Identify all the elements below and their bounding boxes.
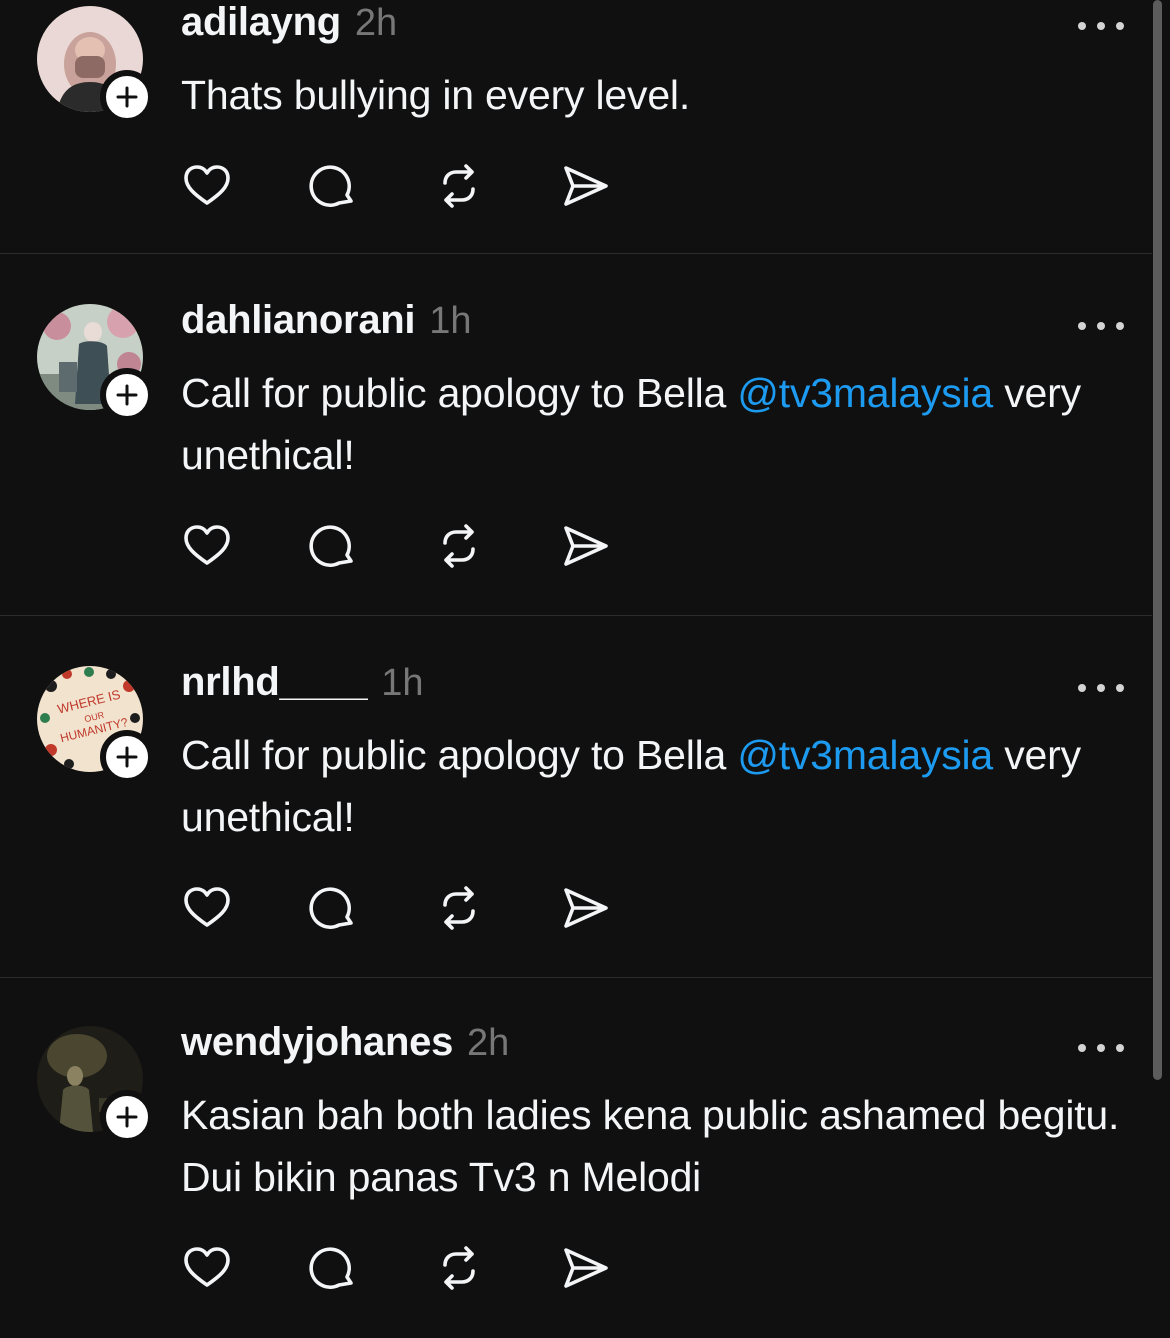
post-text: Call for public apology to Bella @tv3mal… — [181, 362, 1121, 486]
post-text: Call for public apology to Bella @tv3mal… — [181, 724, 1121, 848]
post-text-body: Kasian bah both ladies kena public asham… — [181, 1092, 1120, 1200]
like-button[interactable] — [180, 159, 234, 213]
reply-post: wendyjohanes 2h Kasian bah both ladies k… — [0, 978, 1152, 1338]
more-dots-icon — [1078, 1044, 1086, 1052]
post-actions — [180, 518, 684, 574]
send-icon — [564, 166, 608, 206]
more-options-button[interactable] — [1078, 1038, 1124, 1058]
like-button[interactable] — [180, 881, 234, 935]
post-timestamp: 2h — [467, 1022, 510, 1064]
heart-icon — [184, 887, 230, 927]
follow-button[interactable] — [100, 1090, 154, 1144]
repost-icon — [443, 164, 475, 208]
send-icon — [564, 1248, 608, 1288]
more-dots-icon — [1097, 22, 1105, 30]
more-dots-icon — [1078, 322, 1086, 330]
repost-button[interactable] — [432, 1241, 486, 1295]
more-dots-icon — [1116, 22, 1124, 30]
more-dots-icon — [1116, 1044, 1124, 1052]
post-actions — [180, 1240, 684, 1296]
plus-icon — [116, 746, 138, 768]
post-actions — [180, 158, 684, 214]
follow-button[interactable] — [100, 368, 154, 422]
post-text-body: Call for public apology to Bella — [181, 370, 738, 416]
post-text-body: Thats bullying in every level. — [181, 72, 691, 118]
more-options-button[interactable] — [1078, 16, 1124, 36]
more-dots-icon — [1116, 322, 1124, 330]
comment-icon — [309, 165, 353, 207]
post-header: wendyjohanes 2h — [181, 1020, 509, 1072]
more-dots-icon — [1116, 684, 1124, 692]
plus-icon — [116, 384, 138, 406]
mention-link[interactable]: @tv3malaysia — [737, 732, 993, 778]
plus-icon — [116, 1106, 138, 1128]
heart-icon — [184, 525, 230, 565]
reply-button[interactable] — [306, 519, 360, 573]
more-dots-icon — [1078, 22, 1086, 30]
follow-button[interactable] — [100, 70, 154, 124]
post-text-body: Call for public apology to Bella — [181, 732, 738, 778]
reply-post: dahlianorani 1h Call for public apology … — [0, 254, 1152, 616]
more-dots-icon — [1097, 1044, 1105, 1052]
follow-button[interactable] — [100, 730, 154, 784]
more-dots-icon — [1097, 322, 1105, 330]
post-timestamp: 1h — [429, 300, 472, 342]
heart-icon — [184, 165, 230, 205]
post-timestamp: 2h — [354, 2, 398, 44]
repost-button[interactable] — [432, 519, 486, 573]
username-link[interactable]: adilayng — [181, 0, 341, 45]
username-link[interactable]: dahlianorani — [181, 298, 416, 343]
reply-post: adilayng 2h Thats bullying in every leve… — [0, 0, 1152, 254]
post-text: Kasian bah both ladies kena public asham… — [181, 1084, 1121, 1208]
reply-button[interactable] — [306, 881, 360, 935]
repost-icon — [443, 524, 475, 568]
like-button[interactable] — [180, 1241, 234, 1295]
username-link[interactable]: nrlhd____ — [181, 660, 368, 705]
repost-icon — [443, 1246, 475, 1290]
post-header: nrlhd____ 1h — [181, 660, 424, 712]
repost-button[interactable] — [432, 159, 486, 213]
share-button[interactable] — [558, 519, 612, 573]
reply-button[interactable] — [306, 1241, 360, 1295]
post-header: dahlianorani 1h — [181, 298, 472, 350]
share-button[interactable] — [558, 159, 612, 213]
repost-button[interactable] — [432, 881, 486, 935]
more-options-button[interactable] — [1078, 678, 1124, 698]
reply-button[interactable] — [306, 159, 360, 213]
heart-icon — [184, 1247, 230, 1287]
share-button[interactable] — [558, 1241, 612, 1295]
more-options-button[interactable] — [1078, 316, 1124, 336]
more-dots-icon — [1078, 684, 1086, 692]
post-text: Thats bullying in every level. — [181, 64, 1121, 126]
scrollbar[interactable] — [1153, 0, 1162, 1080]
comment-icon — [309, 1247, 353, 1289]
comment-icon — [309, 525, 353, 567]
plus-icon — [116, 86, 138, 108]
mention-link[interactable]: @tv3malaysia — [737, 370, 993, 416]
comment-icon — [309, 887, 353, 929]
like-button[interactable] — [180, 519, 234, 573]
thread-replies-feed: adilayng 2h Thats bullying in every leve… — [0, 0, 1152, 1338]
more-dots-icon — [1097, 684, 1105, 692]
share-button[interactable] — [558, 881, 612, 935]
reply-post: WHERE IS OUR HUMANITY? nrlhd____ 1h Call… — [0, 616, 1152, 978]
post-timestamp: 1h — [381, 662, 424, 704]
send-icon — [564, 526, 608, 566]
post-actions — [180, 880, 684, 936]
post-header: adilayng 2h — [181, 0, 397, 52]
username-link[interactable]: wendyjohanes — [181, 1020, 453, 1065]
send-icon — [564, 888, 608, 928]
repost-icon — [443, 886, 475, 930]
